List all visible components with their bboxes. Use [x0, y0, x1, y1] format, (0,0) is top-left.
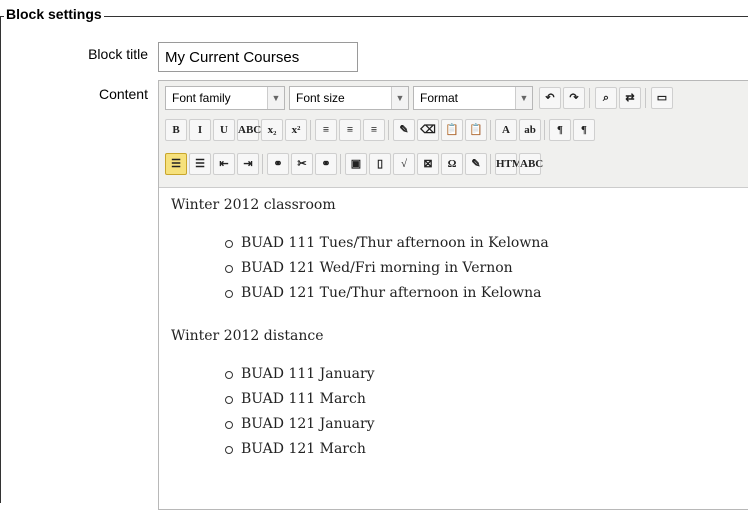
row3-button-7[interactable]: ▣: [345, 153, 367, 175]
distance-course-list: BUAD 111 January BUAD 111 March BUAD 121 J…: [171, 362, 731, 462]
toolbar-separator: [490, 120, 491, 140]
list-item-text: BUAD 121 Wed/Fri morning in Vernon: [241, 260, 513, 276]
block-title-label: Block title: [88, 46, 148, 62]
font-size-label: Font size: [296, 91, 345, 105]
toolbar-separator: [645, 88, 646, 108]
row3-button-0[interactable]: ☰: [165, 153, 187, 175]
list-item-text: BUAD 111 January: [241, 366, 375, 382]
toolbar-row-formatting: B I U ABC x₂ x² ≡ ≡ ≡ ✎ ⌫ 📋 📋 Aab ¶ ¶: [165, 119, 725, 145]
chevron-down-icon: ▼: [515, 87, 532, 109]
row2-button-2[interactable]: U: [213, 119, 235, 141]
bullet-icon: [225, 396, 233, 404]
font-size-select[interactable]: Font size ▼: [289, 86, 409, 110]
font-family-select[interactable]: Font family ▼: [165, 86, 285, 110]
row2-button-7[interactable]: ≡: [339, 119, 361, 141]
row2-button-11[interactable]: 📋: [441, 119, 463, 141]
row2-button-4[interactable]: x₂: [261, 119, 283, 141]
replace-icon[interactable]: ⇄: [619, 87, 641, 109]
row2-button-14[interactable]: ab: [519, 119, 541, 141]
row2-button-8[interactable]: ≡: [363, 119, 385, 141]
list-item: BUAD 121 March: [171, 437, 731, 462]
bullet-icon: [225, 371, 233, 379]
row3-button-9[interactable]: √: [393, 153, 415, 175]
toolbar-separator: [589, 88, 590, 108]
row2-button-1[interactable]: I: [189, 119, 211, 141]
chevron-down-icon: ▼: [267, 87, 284, 109]
rich-text-editor: Font family ▼ Font size ▼ Format ▼ ↶ ↷ ⌕…: [158, 80, 748, 510]
row3-button-8[interactable]: ▯: [369, 153, 391, 175]
list-item-text: BUAD 111 March: [241, 391, 366, 407]
bullet-icon: [225, 240, 233, 248]
row3-button-6[interactable]: ⚭: [315, 153, 337, 175]
row2-button-16[interactable]: ¶: [573, 119, 595, 141]
row3-button-14[interactable]: ABC: [519, 153, 543, 175]
classroom-course-list: BUAD 111 Tues/Thur afternoon in Kelowna B…: [171, 231, 731, 306]
list-item-text: BUAD 121 January: [241, 416, 375, 432]
list-item: BUAD 111 Tues/Thur afternoon in Kelowna: [171, 231, 731, 256]
toolbar-row-insert: ☰ ☰ ⇤ ⇥ ⚭ ✂ ⚭ ▣ ▯ √ ⊠ Ω ✎ HTML ABC: [165, 153, 725, 179]
list-item: BUAD 121 Tue/Thur afternoon in Kelowna: [171, 281, 731, 306]
block-title-input[interactable]: [158, 42, 358, 72]
toolbar-separator: [340, 154, 341, 174]
row2-button-15[interactable]: ¶: [549, 119, 571, 141]
toolbar-separator: [490, 154, 491, 174]
fullscreen-icon[interactable]: ▭: [651, 87, 673, 109]
format-select[interactable]: Format ▼: [413, 86, 533, 110]
row2-button-12[interactable]: 📋: [465, 119, 487, 141]
row3-button-4[interactable]: ⚭: [267, 153, 289, 175]
list-item-text: BUAD 121 March: [241, 441, 366, 457]
row3-button-11[interactable]: Ω: [441, 153, 463, 175]
row2-button-9[interactable]: ✎: [393, 119, 415, 141]
fieldset-border-left: [0, 16, 1, 503]
toolbar-separator: [388, 120, 389, 140]
list-item: BUAD 121 Wed/Fri morning in Vernon: [171, 256, 731, 281]
row3-button-13[interactable]: HTML: [495, 153, 530, 175]
undo-icon[interactable]: ↶: [539, 87, 561, 109]
fieldset-legend: Block settings: [4, 6, 104, 22]
list-item-text: BUAD 121 Tue/Thur afternoon in Kelowna: [241, 285, 542, 301]
editor-toolbar: Font family ▼ Font size ▼ Format ▼ ↶ ↷ ⌕…: [159, 81, 748, 188]
content-label: Content: [98, 86, 148, 102]
toolbar-separator: [310, 120, 311, 140]
format-label: Format: [420, 91, 459, 105]
chevron-down-icon: ▼: [391, 87, 408, 109]
content-heading-distance: Winter 2012 distance: [171, 328, 324, 344]
row2-button-10[interactable]: ⌫: [417, 119, 439, 141]
row2-button-5[interactable]: x²: [285, 119, 307, 141]
row3-button-2[interactable]: ⇤: [213, 153, 235, 175]
content-heading-classroom: Winter 2012 classroom: [171, 197, 336, 213]
toolbar-separator: [262, 154, 263, 174]
find-icon[interactable]: ⌕: [595, 87, 617, 109]
row3-button-5[interactable]: ✂: [291, 153, 313, 175]
editor-content[interactable]: Winter 2012 classroom BUAD 111 Tues/Thur…: [171, 197, 731, 462]
bullet-icon: [225, 421, 233, 429]
row2-button-3[interactable]: ABC: [237, 119, 261, 141]
toolbar-separator: [544, 120, 545, 140]
row2-button-0[interactable]: B: [165, 119, 187, 141]
row3-button-1[interactable]: ☰: [189, 153, 211, 175]
row3-button-12[interactable]: ✎: [465, 153, 487, 175]
list-item: BUAD 121 January: [171, 412, 731, 437]
row2-button-13[interactable]: A: [495, 119, 517, 141]
list-item: BUAD 111 January: [171, 362, 731, 387]
redo-icon[interactable]: ↷: [563, 87, 585, 109]
font-family-label: Font family: [172, 91, 231, 105]
row2-button-6[interactable]: ≡: [315, 119, 337, 141]
fieldset-border-top: [0, 16, 748, 17]
row3-button-10[interactable]: ⊠: [417, 153, 439, 175]
bullet-icon: [225, 290, 233, 298]
row3-button-3[interactable]: ⇥: [237, 153, 259, 175]
list-item-text: BUAD 111 Tues/Thur afternoon in Kelowna: [241, 235, 549, 251]
list-item: BUAD 111 March: [171, 387, 731, 412]
bullet-icon: [225, 265, 233, 273]
bullet-icon: [225, 446, 233, 454]
